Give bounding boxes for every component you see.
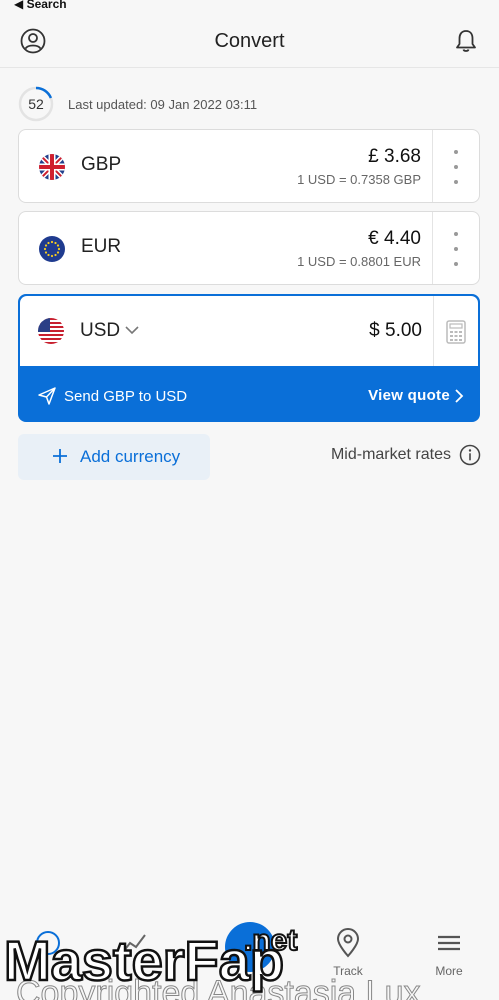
row-divider (432, 130, 433, 202)
exchange-rate: 1 USD = 0.8801 EUR (297, 254, 421, 269)
tab-more[interactable]: More (419, 928, 479, 988)
add-currency-button[interactable]: Add currency (18, 434, 210, 480)
bell-icon[interactable] (453, 28, 479, 54)
menu-icon (438, 935, 460, 951)
view-quote-button[interactable]: View quote (368, 387, 450, 404)
chevron-down-icon[interactable] (124, 324, 140, 336)
page-title: Convert (214, 30, 285, 52)
countdown-value: 52 (28, 96, 44, 112)
row-divider (433, 296, 434, 366)
mid-market-rates-label: Mid-market rates (330, 446, 451, 463)
base-currency-panel: USD $ 5.00 Send GBP to USD View quote (18, 294, 480, 422)
currency-convert-icon (36, 931, 60, 955)
currency-code: GBP (81, 154, 122, 175)
tab-label: More (435, 964, 463, 978)
row-divider (432, 212, 433, 284)
app-header: Convert (0, 18, 499, 68)
send-money-fab[interactable] (225, 922, 275, 972)
send-label: Send GBP to USD (64, 388, 188, 405)
plus-icon (53, 449, 67, 463)
location-pin-icon (336, 928, 360, 958)
bottom-tab-bar: Track More (0, 916, 499, 1000)
refresh-countdown[interactable]: 52 (18, 86, 54, 122)
currency-amount: € 4.40 (368, 228, 421, 249)
tab-convert[interactable] (18, 928, 78, 988)
last-updated-text: Last updated: 09 Jan 2022 03:11 (68, 96, 258, 112)
currency-amount: £ 3.68 (368, 146, 421, 167)
tab-track[interactable]: Track (318, 928, 378, 988)
exchange-rate: 1 USD = 0.7358 GBP (297, 172, 421, 187)
chevron-right-icon (455, 389, 464, 403)
more-options-icon[interactable] (449, 232, 463, 266)
send-money-bar[interactable]: Send GBP to USD View quote (18, 368, 480, 422)
add-currency-label: Add currency (80, 447, 181, 466)
status-back-link[interactable]: ◀ Search (14, 0, 67, 11)
currency-code: USD (80, 320, 121, 341)
last-updated-row: 52 Last updated: 09 Jan 2022 03:11 (18, 86, 257, 122)
eu-flag-icon (39, 236, 65, 262)
currency-row-usd[interactable]: USD $ 5.00 (20, 296, 478, 366)
currency-code: EUR (81, 236, 122, 257)
us-flag-icon (38, 318, 64, 344)
currency-row-gbp[interactable]: GBP £ 3.68 1 USD = 0.7358 GBP (18, 129, 480, 203)
currency-row-eur[interactable]: EUR € 4.40 1 USD = 0.8801 EUR (18, 211, 480, 285)
base-amount-input[interactable]: $ 5.00 (369, 320, 422, 342)
uk-flag-icon (39, 154, 65, 180)
tab-label: Track (333, 964, 363, 978)
info-icon[interactable] (459, 444, 481, 466)
chart-icon (122, 934, 146, 953)
more-options-icon[interactable] (449, 150, 463, 184)
tab-charts[interactable] (104, 928, 164, 988)
calculator-icon[interactable] (446, 320, 466, 344)
paper-plane-icon (38, 387, 56, 405)
